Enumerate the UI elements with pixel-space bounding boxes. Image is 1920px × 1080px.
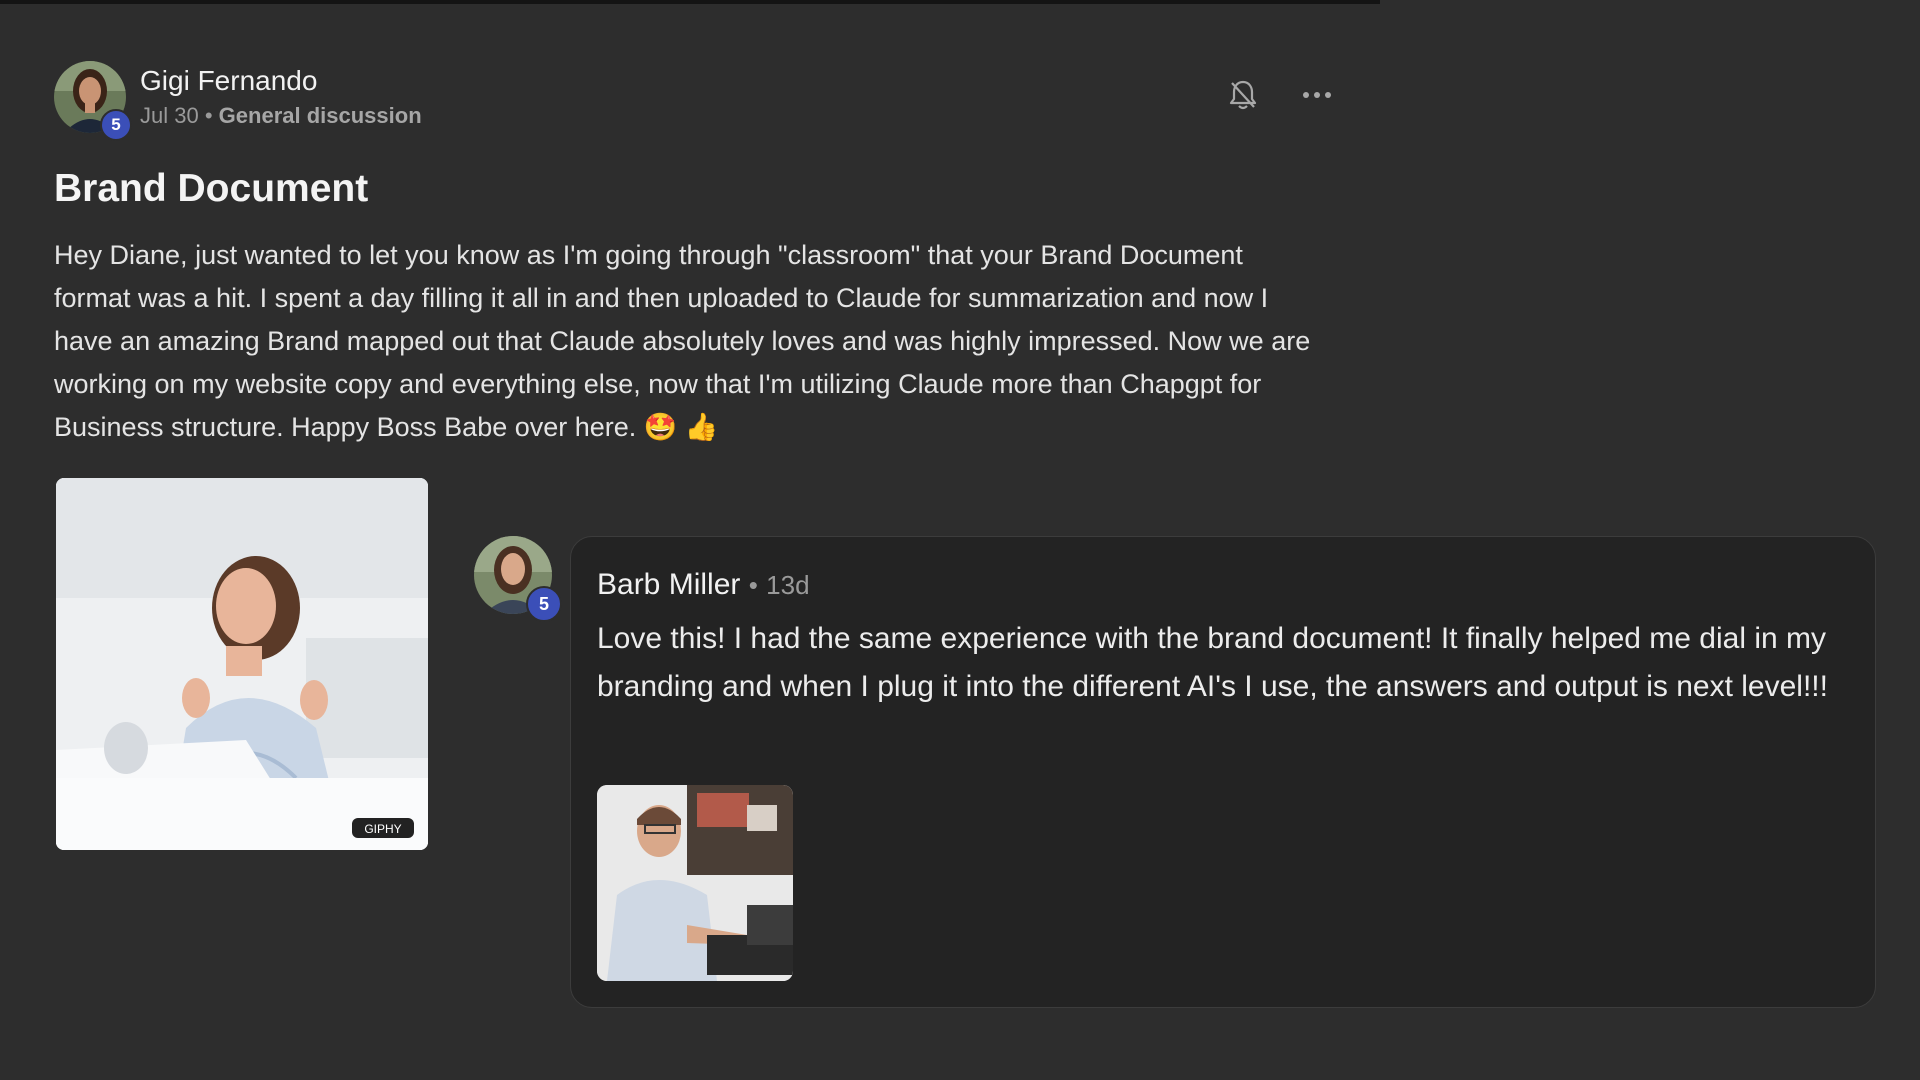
comment-image-gif[interactable] — [597, 785, 793, 981]
more-horizontal-icon[interactable] — [1300, 78, 1334, 112]
comment-text: Love this! I had the same experience wit… — [597, 622, 1828, 703]
post: 5 Gigi Fernando Jul 30 • General discuss… — [54, 60, 1331, 449]
author-meta: Gigi Fernando Jul 30 • General discussio… — [140, 64, 422, 130]
man-typing-gif-icon — [597, 785, 793, 981]
author-name[interactable]: Gigi Fernando — [140, 64, 422, 98]
commenter-name[interactable]: Barb Miller — [597, 568, 740, 601]
level-badge: 5 — [526, 586, 562, 622]
top-progress-line — [0, 0, 1380, 4]
post-category[interactable]: General discussion — [219, 103, 422, 128]
post-title: Brand Document — [54, 167, 369, 210]
meta-separator: • — [204, 103, 213, 128]
woman-at-laptop-gif-icon: GIPHY — [56, 478, 428, 850]
gif-watermark: GIPHY — [364, 822, 401, 836]
post-date: Jul 30 — [140, 103, 199, 128]
post-body: Hey Diane, just wanted to let you know a… — [54, 240, 1311, 442]
level-badge: 5 — [100, 109, 132, 141]
comment-header: Barb Miller • 13d — [597, 567, 810, 603]
post-actions — [1226, 78, 1334, 112]
author-avatar[interactable]: 5 — [54, 61, 132, 141]
commenter-avatar[interactable]: 5 — [474, 536, 562, 622]
comment-card: Barb Miller • 13d Love this! I had the s… — [570, 536, 1876, 1008]
comment-separator: • — [748, 570, 758, 600]
post-image-gif[interactable]: GIPHY — [56, 478, 428, 850]
bell-off-icon[interactable] — [1226, 78, 1260, 112]
post-header: 5 Gigi Fernando Jul 30 • General discuss… — [54, 60, 1331, 141]
post-meta: Jul 30 • General discussion — [140, 102, 422, 130]
comment-time: 13d — [766, 570, 810, 600]
